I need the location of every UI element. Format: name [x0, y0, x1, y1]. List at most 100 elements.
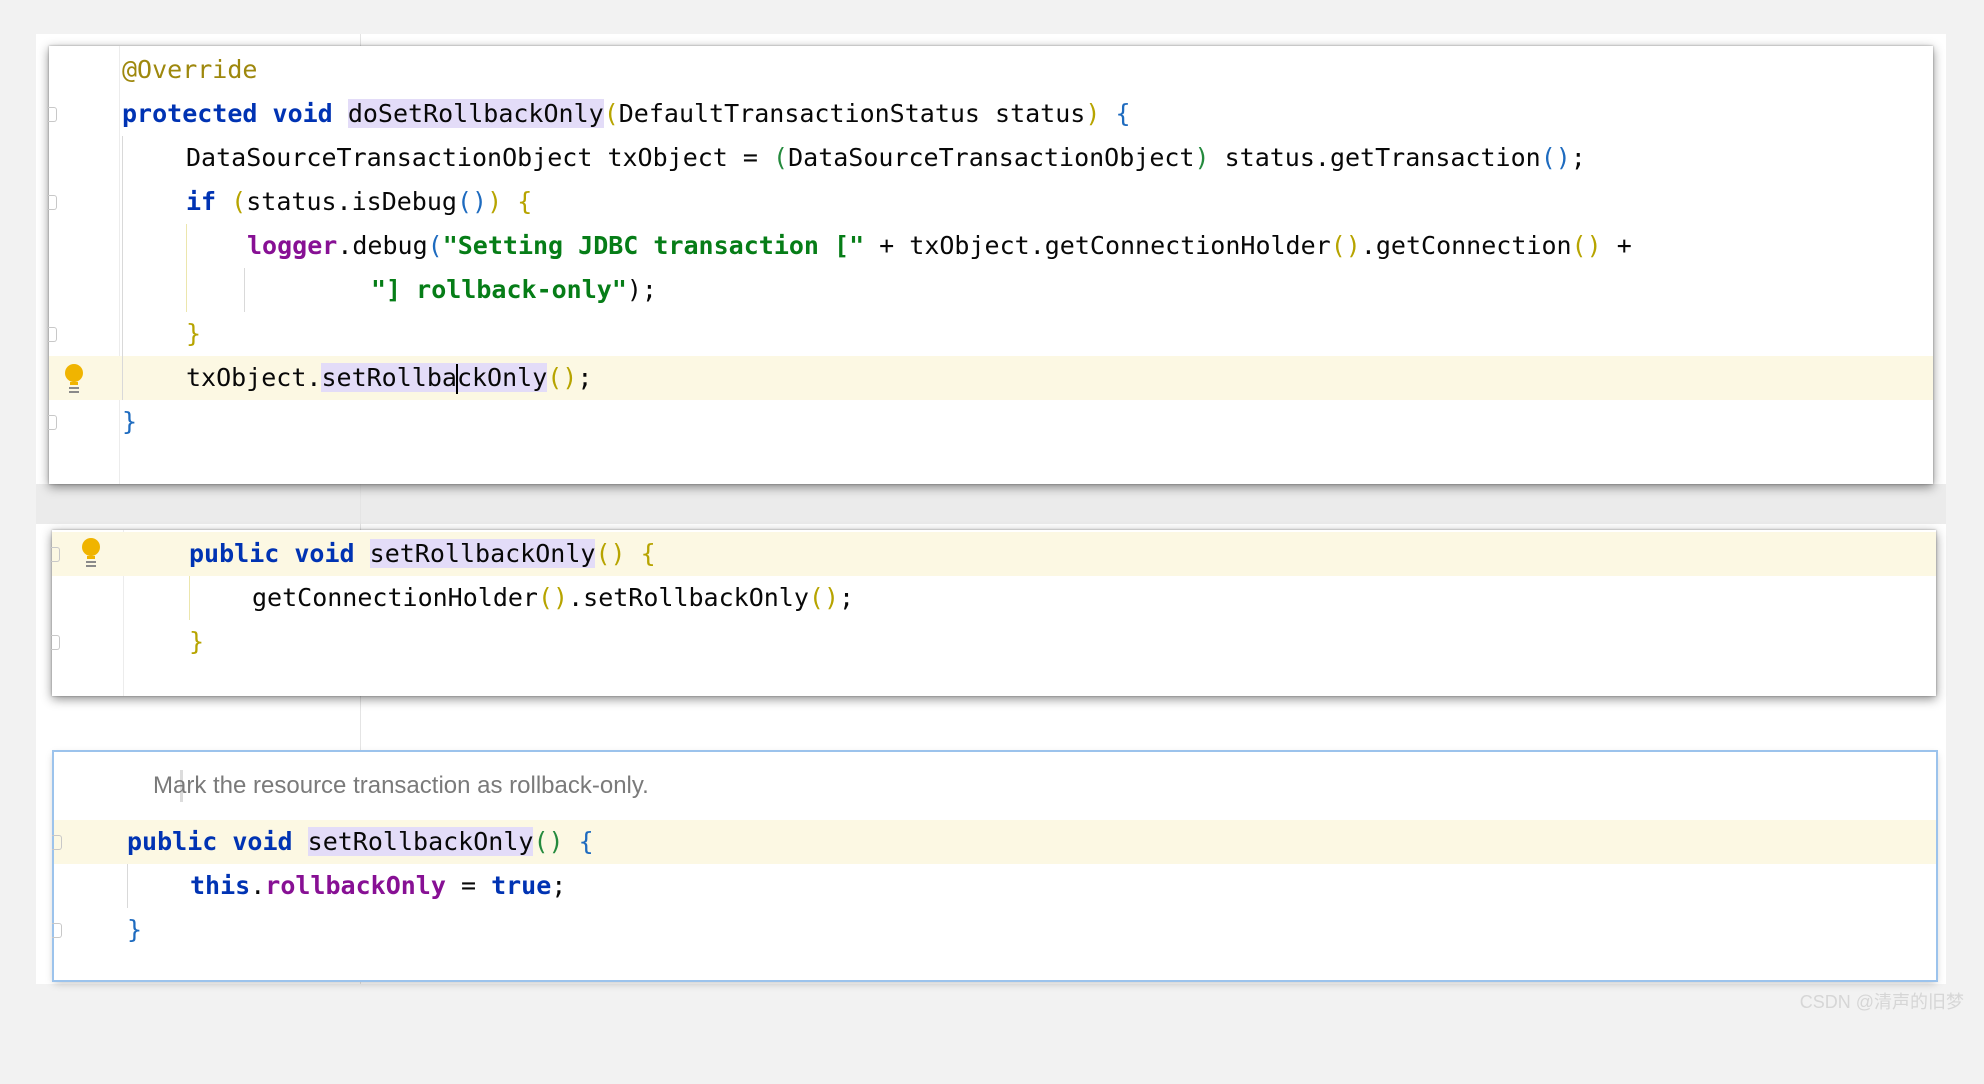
- parens: (): [537, 583, 569, 612]
- close-call: );: [626, 275, 657, 304]
- indent-guide: [122, 356, 123, 400]
- code-line: getConnectionHolder().setRollbackOnly();: [52, 576, 1936, 620]
- semicolon: ;: [1570, 143, 1586, 172]
- fold-marker-icon[interactable]: [52, 835, 62, 850]
- parens: (): [1571, 231, 1602, 260]
- type-name: DataSourceTransactionObject: [186, 143, 593, 172]
- logger-field: logger: [247, 231, 338, 260]
- lightbulb-icon[interactable]: [80, 536, 102, 568]
- operator: =: [727, 143, 774, 172]
- code-line: }: [47, 312, 1933, 356]
- method-name[interactable]: setRollbackOnly: [307, 827, 534, 856]
- paren: (: [231, 187, 247, 216]
- fold-marker-icon[interactable]: [47, 415, 57, 430]
- if-keyword: if: [186, 187, 217, 216]
- paren: ): [1085, 99, 1101, 128]
- indent-guide: [122, 180, 123, 224]
- indent-guide: [122, 224, 123, 268]
- brace: {: [1115, 99, 1131, 128]
- method-name-part: ckOnly: [456, 363, 548, 392]
- indent-guide: [186, 268, 187, 312]
- code-line: }: [47, 400, 1933, 444]
- fold-marker-icon[interactable]: [52, 923, 62, 938]
- code-line: }: [52, 908, 1936, 952]
- indent-guide: [189, 576, 190, 620]
- override-annotation: @Override: [122, 55, 258, 84]
- operator: +: [1601, 231, 1632, 260]
- paren: ): [1194, 143, 1210, 172]
- paren: (: [603, 99, 619, 128]
- logger-call: logger.debug("Setting JDBC transaction […: [247, 224, 1632, 268]
- code-line: @Override: [49, 48, 1933, 92]
- current-line: public void setRollbackOnly() {: [52, 820, 1936, 864]
- return-type-keyword: void: [232, 827, 293, 856]
- method-name-highlight[interactable]: setRollbackOnly: [321, 363, 548, 394]
- code-line: "] rollback-only");: [49, 268, 1933, 312]
- return-type-keyword: void: [294, 539, 355, 568]
- method-params: DefaultTransactionStatus status: [618, 99, 1086, 128]
- concat-expression: + txObject.getConnectionHolder: [864, 231, 1331, 260]
- method-name[interactable]: doSetRollbackOnly: [347, 99, 604, 128]
- modifier-keyword: public: [189, 539, 280, 568]
- code-line: DataSourceTransactionObject txObject = (…: [49, 136, 1933, 180]
- brace: {: [578, 827, 594, 856]
- fold-marker-icon[interactable]: [50, 547, 60, 562]
- brace: }: [189, 627, 205, 656]
- watermark: CSDN @清声的旧梦: [1799, 992, 1964, 1012]
- method-call: .getConnection: [1360, 231, 1572, 260]
- variable-name: txObject: [607, 143, 728, 172]
- set-rollback-call: txObject.setRollbackOnly();: [186, 356, 592, 400]
- lightbulb-icon[interactable]: [63, 362, 85, 394]
- indent-guide: [122, 312, 123, 356]
- code-line: protected void doSetRollbackOnly(Default…: [47, 92, 1933, 136]
- this-keyword: this: [190, 871, 251, 900]
- code-line: if (status.isDebug()) {: [47, 180, 1933, 224]
- return-type-keyword: void: [272, 99, 333, 128]
- method-call: .setRollbackOnly: [568, 583, 809, 612]
- doc-comment: Mark the resource transaction as rollbac…: [54, 764, 1936, 808]
- paren: ): [487, 187, 503, 216]
- brace: }: [122, 407, 138, 436]
- logger-continuation: "] rollback-only");: [371, 268, 657, 312]
- brace: }: [186, 319, 202, 348]
- backdrop-strip: [36, 484, 1946, 524]
- indent-guide: [127, 864, 128, 908]
- method-call: .debug: [337, 231, 428, 260]
- code-line: this.rollbackOnly = true;: [54, 864, 1936, 908]
- doc-comment-text: Mark the resource transaction as rollbac…: [153, 772, 649, 799]
- paren: (: [773, 143, 789, 172]
- code-panel-rendered-doc: Mark the resource transaction as rollbac…: [52, 752, 1936, 980]
- method-signature: public void setRollbackOnly() {: [189, 532, 656, 576]
- if-statement: if (status.isDebug()) {: [186, 180, 532, 224]
- parens: (): [1540, 143, 1571, 172]
- cast-type: DataSourceTransactionObject: [788, 143, 1195, 172]
- fold-marker-icon[interactable]: [47, 195, 57, 210]
- parens: (): [595, 539, 626, 568]
- brace: {: [640, 539, 656, 568]
- boolean-literal: true: [491, 871, 552, 900]
- code-line: logger.debug("Setting JDBC transaction […: [49, 224, 1933, 268]
- object-ref: txObject.: [186, 363, 322, 392]
- field-name: rollbackOnly: [265, 871, 446, 900]
- brace: }: [127, 915, 143, 944]
- condition: status.isDebug: [246, 187, 457, 216]
- parens: (): [1330, 231, 1361, 260]
- method-signature: protected void doSetRollbackOnly(Default…: [122, 92, 1131, 136]
- method-name[interactable]: setRollbackOnly: [369, 539, 596, 568]
- indent-guide: [122, 268, 123, 312]
- indent-guide: [186, 224, 187, 268]
- indent-guide: [122, 136, 123, 180]
- statement: getConnectionHolder().setRollbackOnly();: [252, 576, 854, 620]
- dot: .: [250, 871, 266, 900]
- method-name-part: setRollba: [321, 363, 457, 392]
- assignment-statement: this.rollbackOnly = true;: [190, 864, 566, 908]
- fold-marker-icon[interactable]: [50, 635, 60, 650]
- semicolon: ;: [839, 583, 855, 612]
- indent-guide: [244, 268, 245, 312]
- operator: =: [445, 871, 492, 900]
- fold-marker-icon[interactable]: [47, 107, 57, 122]
- method-call: getConnectionHolder: [252, 583, 538, 612]
- parens: (): [456, 187, 488, 216]
- fold-marker-icon[interactable]: [47, 327, 57, 342]
- code-line: }: [50, 620, 1936, 664]
